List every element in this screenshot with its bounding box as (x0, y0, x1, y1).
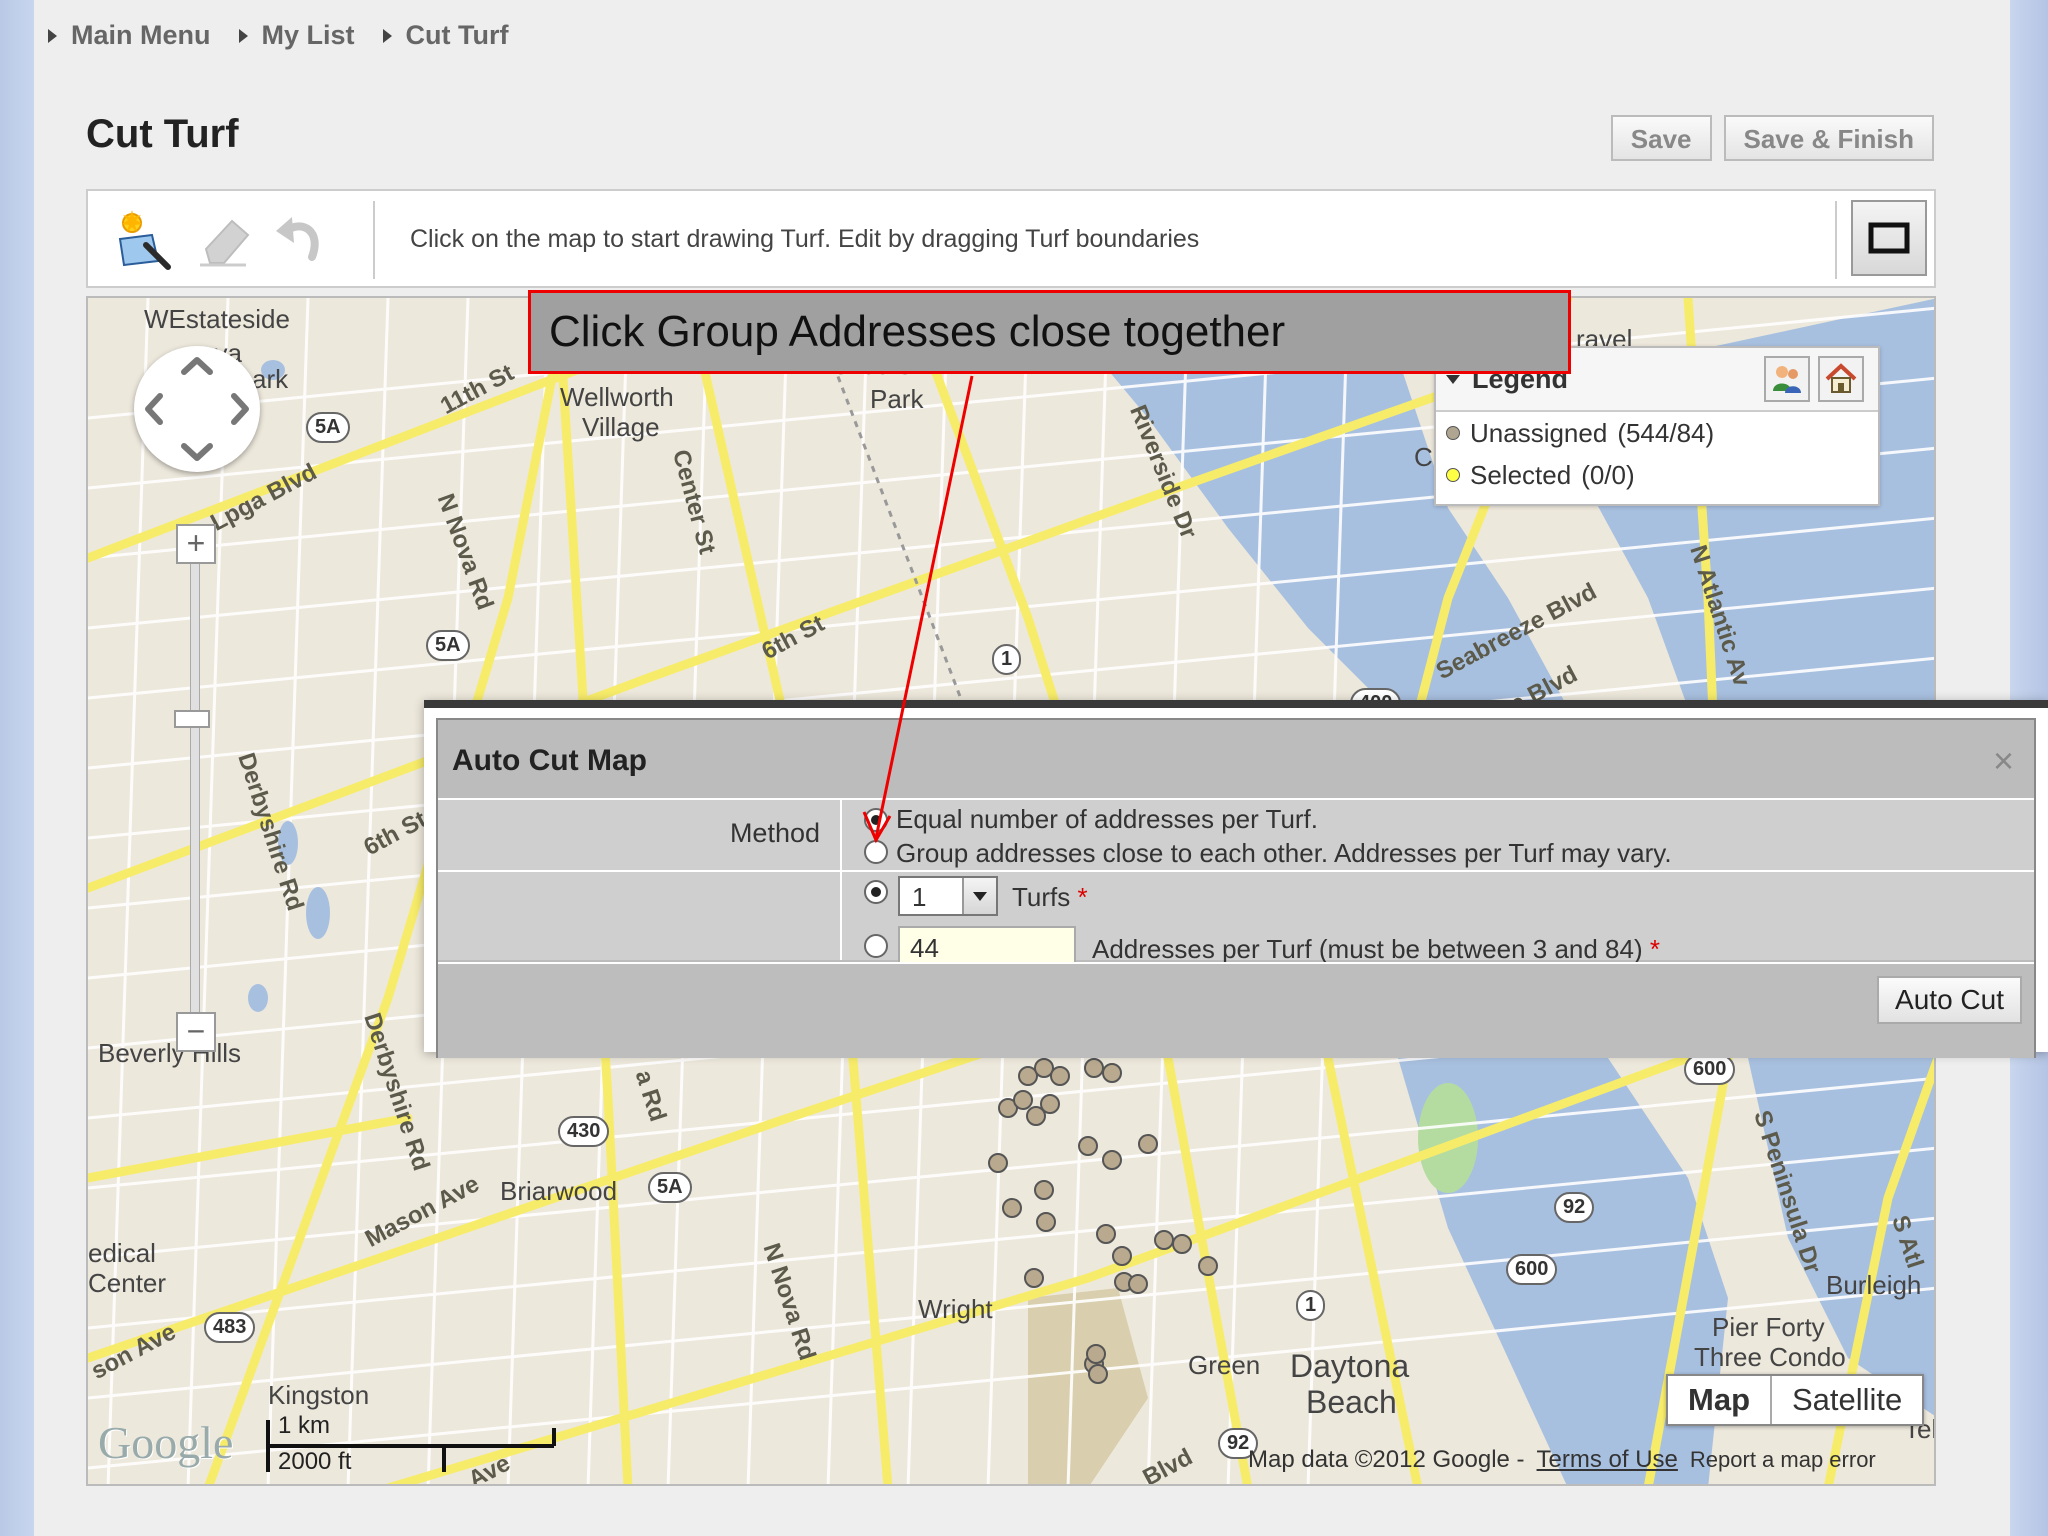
method-group-radio[interactable] (864, 840, 888, 864)
save-button[interactable]: Save (1610, 115, 1712, 161)
method-label: Method (729, 818, 820, 848)
method-equal-radio[interactable] (864, 808, 888, 832)
map-label-wellworth: Wellworth (560, 382, 674, 412)
google-logo: Google (98, 1417, 234, 1468)
route-shield: 600 (1506, 1254, 1558, 1285)
route-shield: 483 (204, 1312, 256, 1343)
report-map-error-link[interactable]: Report a map error (1690, 1447, 1876, 1473)
breadcrumb-my-list[interactable]: My List (238, 20, 355, 51)
map-label-medical: edical (88, 1238, 156, 1268)
save-finish-button[interactable]: Save & Finish (1723, 115, 1934, 161)
map-label-beach: Beach (1306, 1384, 1397, 1420)
fullscreen-icon (1868, 222, 1910, 254)
map-label-three-condo: Three Condo (1694, 1342, 1846, 1372)
method-group-label: Group addresses close to each other. Add… (896, 838, 1672, 868)
legend-row-unassigned: Unassigned (544/84) (1436, 412, 1878, 454)
dropdown-arrow-icon (962, 878, 996, 914)
route-shield: 600 (1684, 1054, 1736, 1085)
page-title: Cut Turf (86, 112, 239, 156)
map-label-wright: Wright (918, 1294, 993, 1324)
turfs-select[interactable]: 1 (898, 876, 998, 916)
route-shield: 1 (1296, 1290, 1326, 1321)
map-label-burleigh: Burleigh (1826, 1270, 1922, 1300)
legend-row-selected: Selected (0/0) (1436, 454, 1878, 496)
map-label-park: Park (870, 384, 924, 414)
auto-cut-button[interactable]: Auto Cut (1877, 976, 2022, 1024)
scale-km: 1 km (278, 1412, 331, 1439)
turfs-radio[interactable] (864, 880, 888, 904)
scale-ft: 2000 ft (278, 1448, 352, 1475)
zoom-in-button[interactable]: + (176, 524, 216, 564)
method-row: Method Equal number of addresses per Tur… (438, 798, 2034, 870)
map-toolbar: Click on the map to start drawing Turf. … (86, 189, 1936, 288)
route-shield: 5A (648, 1172, 692, 1203)
dialog-footer: Auto Cut (438, 962, 2034, 1058)
map-label-center: Center (88, 1268, 167, 1298)
addresses-per-turf-radio[interactable] (864, 934, 888, 958)
map-type-map[interactable]: Map (1668, 1376, 1772, 1424)
terms-of-use-link[interactable]: Terms of Use (1537, 1446, 1678, 1474)
map-label-kingston: Kingston (268, 1380, 370, 1410)
close-icon[interactable]: × (1993, 740, 2014, 782)
zoom-slider-thumb[interactable] (174, 710, 210, 728)
map-scale: 1 km 2000 ft (264, 1412, 594, 1481)
map-label-beverly-hills: Beverly Hills (98, 1038, 242, 1068)
annotation-callout: Click Group Addresses close together (528, 290, 1571, 374)
breadcrumb-cut-turf[interactable]: Cut Turf (382, 20, 508, 51)
map-label-daytona: Daytona (1290, 1348, 1410, 1384)
map-label-village: Village (582, 412, 660, 442)
unassigned-pin-icon (1446, 426, 1460, 440)
map-label-green: Green (1188, 1350, 1261, 1380)
count-row: 1 Turfs * Addresses per Turf (must be be… (438, 870, 2034, 970)
draw-turf-icon[interactable] (108, 205, 178, 275)
map-attribution: Map data ©2012 Google - Terms of Use Rep… (1248, 1446, 1876, 1474)
breadcrumb-arrow-icon (48, 28, 57, 43)
route-shield: 5A (426, 630, 470, 661)
dialog-title: Auto Cut Map (452, 744, 647, 777)
map-pan-control[interactable] (134, 346, 260, 472)
pan-arrows-icon (145, 357, 249, 461)
map-type-satellite[interactable]: Satellite (1772, 1376, 1922, 1424)
map-label-c: C (1414, 442, 1433, 472)
addresses-per-turf-label: Addresses per Turf (must be between 3 an… (1092, 934, 1660, 964)
map-type-control: Map Satellite (1666, 1374, 1925, 1426)
toolbar-divider (373, 201, 375, 279)
turfs-label: Turfs * (1012, 882, 1088, 912)
top-actions: Save Save & Finish (1610, 115, 1934, 161)
breadcrumb: Main Menu My List Cut Turf (48, 20, 508, 51)
toolbar-divider (1835, 201, 1837, 279)
collapse-arrow-icon (1446, 374, 1460, 384)
breadcrumb-arrow-icon (382, 28, 392, 43)
selected-pin-icon (1446, 468, 1460, 482)
breadcrumb-main-menu[interactable]: Main Menu (48, 20, 211, 51)
fullscreen-button[interactable] (1851, 200, 1927, 276)
zoom-out-button[interactable]: − (176, 1012, 216, 1052)
route-shield: 1 (992, 644, 1022, 675)
toolbar-hint: Click on the map to start drawing Turf. … (410, 225, 1200, 253)
breadcrumb-arrow-icon (238, 28, 248, 43)
route-shield: 430 (558, 1116, 610, 1147)
zoom-slider-track[interactable] (190, 542, 200, 1042)
eraser-icon[interactable] (188, 205, 258, 275)
assign-users-icon[interactable] (1764, 356, 1810, 402)
route-shield: 5A (306, 412, 350, 443)
home-icon[interactable] (1818, 356, 1864, 402)
route-shield: 92 (1554, 1192, 1595, 1223)
method-equal-label: Equal number of addresses per Turf. (896, 804, 1319, 834)
map-data-text: Map data ©2012 Google - (1248, 1446, 1525, 1473)
map-label-pier-forty: Pier Forty (1712, 1312, 1825, 1342)
undo-icon[interactable] (264, 205, 334, 275)
map-label-westateside: WEstateside (144, 304, 290, 334)
map-label-briarwood: Briarwood (500, 1176, 618, 1206)
auto-cut-dialog: Auto Cut Map × Method Equal number of ad… (424, 700, 2048, 1058)
